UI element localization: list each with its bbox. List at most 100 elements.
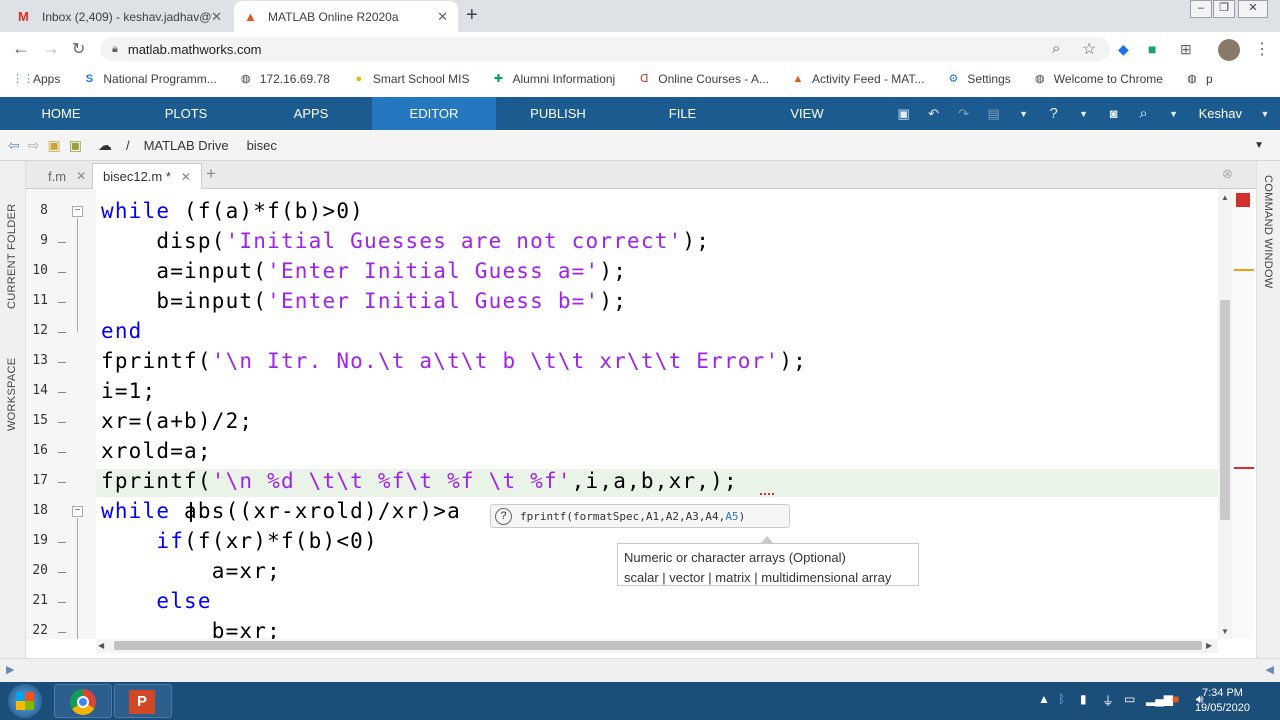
settings-icon[interactable]: ◙ (1101, 103, 1127, 125)
tab-publish[interactable]: PUBLISH (496, 97, 620, 130)
scroll-up-icon[interactable]: ▲ (1221, 193, 1229, 202)
line-marker[interactable] (58, 422, 66, 423)
browse-folder-icon[interactable]: ▣ (69, 137, 82, 154)
bookmark-item[interactable]: ◍ 172.16.69.78 (239, 72, 330, 86)
code-line[interactable]: end (101, 319, 143, 343)
line-marker[interactable] (58, 362, 66, 363)
add-tab-icon[interactable]: + (206, 164, 216, 184)
error-status-icon[interactable] (1236, 193, 1250, 207)
tab-apps[interactable]: APPS (250, 97, 372, 130)
panel-current-folder[interactable]: CURRENT FOLDER (6, 179, 18, 309)
back-icon[interactable]: ← (12, 38, 30, 59)
breadcrumb-folder[interactable]: bisec (247, 138, 277, 153)
line-marker[interactable] (58, 572, 66, 573)
horizontal-scroll-thumb[interactable] (114, 641, 1202, 650)
code-line[interactable]: xr=(a+b)/2; (101, 409, 253, 433)
start-button[interactable] (8, 684, 42, 718)
code-line[interactable]: else (101, 589, 212, 613)
redo-icon[interactable]: ↷ (951, 103, 977, 125)
close-icon[interactable]: ✕ (211, 9, 222, 25)
bluetooth-icon[interactable]: ᛒ (1058, 692, 1065, 706)
restore-icon[interactable]: ❐ (1213, 0, 1235, 18)
reload-icon[interactable]: ↻ (72, 39, 85, 59)
line-marker[interactable] (58, 482, 66, 483)
cloud-icon[interactable]: ☁ (98, 137, 112, 154)
line-marker[interactable] (58, 392, 66, 393)
dropdown-icon[interactable]: ▼ (1161, 103, 1187, 125)
panel-workspace[interactable]: WORKSPACE (6, 331, 18, 431)
app-tray-icon[interactable]: ■ (1172, 692, 1179, 706)
new-tab-button[interactable]: + (466, 4, 478, 27)
extensions-icon[interactable]: ⊞ (1180, 41, 1192, 58)
code-line[interactable]: xrold=a; (101, 439, 212, 463)
bookmark-item[interactable]: ◍ p (1185, 72, 1213, 86)
window-layout-icon[interactable]: ▤ (981, 103, 1007, 125)
undo-icon[interactable]: ↶ (921, 103, 947, 125)
browser-tab-gmail[interactable]: M Inbox (2,409) - keshav.jadhav@vj ✕ (8, 1, 232, 32)
extension-icon[interactable]: ◆ (1118, 41, 1129, 58)
zoom-icon[interactable]: ⌕ (1052, 40, 1060, 57)
code-line[interactable]: a=xr; (101, 559, 281, 583)
dropdown-icon[interactable]: ▼ (1071, 103, 1097, 125)
code-line[interactable]: b=input('Enter Initial Guess b='); (101, 289, 627, 313)
line-marker[interactable] (58, 302, 66, 303)
vertical-scroll-thumb[interactable] (1220, 300, 1230, 520)
code-line[interactable]: while abs((xr-xrold)/xr)>a (101, 499, 461, 523)
line-marker[interactable] (58, 452, 66, 453)
forward-icon[interactable]: → (42, 38, 60, 59)
close-icon[interactable]: ✕ (437, 9, 448, 25)
code-line[interactable]: disp('Initial Guesses are not correct'); (101, 229, 710, 253)
line-marker[interactable] (58, 332, 66, 333)
battery-icon[interactable]: ▭ (1124, 692, 1135, 706)
fold-toggle-icon[interactable]: − (72, 206, 83, 217)
scroll-down-icon[interactable]: ▼ (1221, 627, 1229, 636)
forward-icon[interactable]: ⇨ (28, 137, 40, 154)
minimize-icon[interactable]: – (1190, 0, 1212, 18)
search-icon[interactable]: ⌕ (1131, 103, 1157, 125)
dropdown-icon[interactable]: ▼ (1252, 103, 1278, 125)
bookmark-item[interactable]: ⚙ Settings (946, 72, 1010, 86)
bookmark-apps[interactable]: ⋮⋮ Apps (12, 72, 60, 86)
code-line[interactable]: a=input('Enter Initial Guess a='); (101, 259, 627, 283)
up-folder-icon[interactable]: ▣ (47, 137, 60, 154)
close-icon[interactable]: ✕ (76, 169, 86, 183)
editor-tab-bisec12[interactable]: bisec12.m * ✕ (92, 163, 202, 189)
taskbar-powerpoint[interactable]: P (114, 684, 172, 718)
avatar[interactable] (1218, 39, 1240, 61)
editor-tab-f[interactable]: f.m ✕ (38, 163, 96, 189)
taskbar-clock[interactable]: 7:34 PM 19/05/2020 (1195, 686, 1250, 716)
usb-icon[interactable]: ⏚ (1102, 692, 1114, 709)
show-hidden-icons[interactable]: ▲ (1038, 692, 1050, 706)
tab-file-versions[interactable]: FILE VERSIONS (620, 97, 745, 154)
code-line[interactable]: if(f(xr)*f(b)<0) (101, 529, 378, 553)
help-icon[interactable]: ? (1041, 103, 1067, 125)
bookmark-item[interactable]: ◍ Welcome to Chrome (1033, 72, 1163, 86)
tab-home[interactable]: HOME (0, 97, 122, 130)
warning-marker[interactable] (1234, 269, 1254, 271)
bookmark-item[interactable]: ᗡ Online Courses - A... (637, 72, 769, 86)
bookmark-item[interactable]: ● Smart School MIS (352, 72, 469, 86)
user-name[interactable]: Keshav (1199, 106, 1242, 121)
line-marker[interactable] (58, 272, 66, 273)
chevron-down-icon[interactable]: ▼ (1254, 140, 1264, 151)
star-icon[interactable]: ☆ (1082, 39, 1096, 59)
dropdown-icon[interactable]: ▼ (1011, 103, 1037, 125)
device-icon[interactable]: ▮ (1080, 692, 1087, 706)
breadcrumb-drive[interactable]: MATLAB Drive (144, 138, 229, 153)
scroll-right-icon[interactable]: ▶ (1206, 641, 1212, 650)
code-line[interactable]: i=1; (101, 379, 156, 403)
close-icon[interactable]: ✕ (181, 170, 191, 184)
code-line[interactable]: while (f(a)*f(b)>0) (101, 199, 364, 223)
close-window-icon[interactable]: ✕ (1238, 0, 1268, 18)
network-icon[interactable]: ▂▄▆ (1146, 692, 1173, 706)
expand-right-icon[interactable]: ◀ (1266, 663, 1274, 676)
help-icon[interactable]: ? (495, 507, 512, 525)
line-marker[interactable] (58, 602, 66, 603)
line-marker[interactable] (58, 242, 66, 243)
bookmark-item[interactable]: ✚ Alumni Informationj (492, 72, 615, 86)
url-bar[interactable]: 🔒︎ matlab.mathworks.com (100, 37, 1110, 61)
expand-left-icon[interactable]: ▶ (6, 663, 14, 676)
extension-icon[interactable]: ■ (1148, 41, 1156, 57)
tab-plots[interactable]: PLOTS (122, 97, 250, 130)
browser-tab-matlab[interactable]: ▲ MATLAB Online R2020a ✕ (234, 1, 458, 32)
